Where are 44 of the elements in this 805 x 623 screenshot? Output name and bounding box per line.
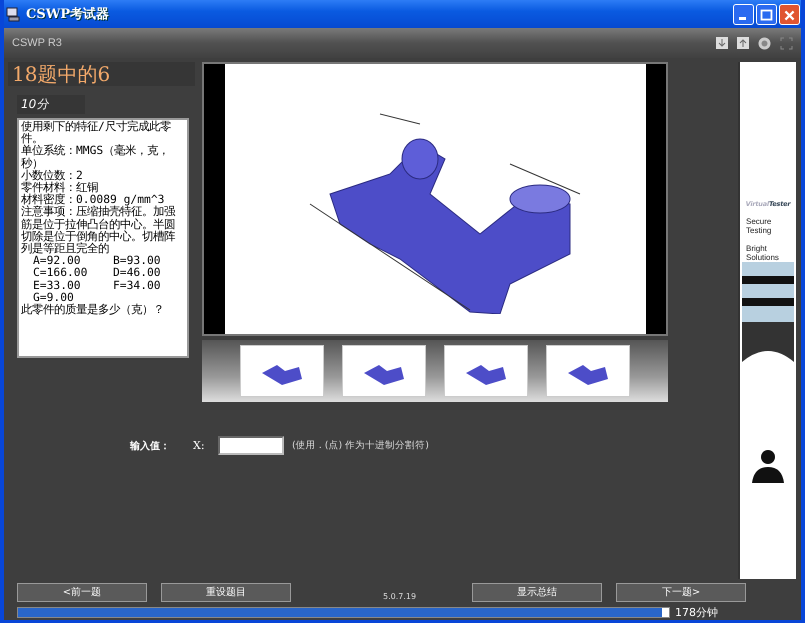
view-thumbnail[interactable] bbox=[342, 345, 426, 397]
variable-label: X: bbox=[193, 439, 206, 452]
computer-icon bbox=[5, 6, 21, 22]
minimize-button[interactable] bbox=[733, 4, 754, 24]
question-line: 零件材料：红铜 bbox=[21, 182, 99, 194]
view-thumbnail[interactable] bbox=[546, 345, 630, 397]
dimension-value: A=92.00 bbox=[33, 255, 82, 268]
reset-button[interactable]: 重设题目 bbox=[161, 582, 291, 602]
question-line: 材料密度：0.0089 g/mm^3 bbox=[21, 194, 164, 206]
dimension-value: F=34.00 bbox=[113, 280, 162, 292]
summary-button[interactable]: 显示总结 bbox=[472, 582, 602, 602]
close-button[interactable] bbox=[779, 4, 800, 24]
dimension-value: G=9.00 bbox=[33, 292, 74, 304]
view-thumbnail[interactable] bbox=[240, 345, 324, 397]
decimal-hint: (使用 . (点) 作为十进制分割符) bbox=[292, 439, 429, 452]
next-button[interactable]: 下一题> bbox=[616, 582, 746, 602]
dimension-value: D=46.00 bbox=[113, 267, 162, 280]
answer-field[interactable] bbox=[218, 436, 284, 455]
person-silhouette-icon bbox=[750, 447, 786, 483]
tagline: Secure Testing bbox=[746, 217, 772, 235]
maximize-button[interactable] bbox=[756, 4, 777, 24]
question-line: 使用剩下的特征/尺寸完成此零件。 bbox=[21, 121, 172, 146]
input-label: 输入值： bbox=[130, 440, 171, 452]
tagline: Bright Solutions bbox=[746, 244, 780, 262]
window-title: CSWP考试器 bbox=[26, 6, 110, 23]
dimension-value: C=166.00 bbox=[33, 267, 88, 280]
dimension-value: E=33.00 bbox=[33, 280, 82, 292]
question-counter: 18题中的6 bbox=[8, 62, 195, 86]
help-icon[interactable] bbox=[758, 36, 771, 50]
view-thumbnail[interactable] bbox=[444, 345, 528, 397]
app-title: CSWP R3 bbox=[12, 37, 62, 49]
version-text: 5.0.7.19 bbox=[383, 592, 416, 600]
question-line: 小数位数：2 bbox=[21, 170, 83, 182]
download-icon[interactable] bbox=[716, 37, 728, 49]
upload-icon[interactable] bbox=[737, 37, 749, 49]
minimize-icon bbox=[739, 16, 746, 20]
question-line: 单位系统：MMGS（毫米，克，秒） bbox=[21, 145, 170, 170]
question-points: 10分 bbox=[17, 95, 85, 114]
time-remaining: 178分钟 bbox=[675, 605, 718, 620]
fullscreen-icon[interactable] bbox=[780, 36, 793, 50]
dimension-value: B=93.00 bbox=[113, 255, 162, 268]
question-line: 注意事项：压缩抽壳特征。加强筋是位于拉伸凸台的中心。半圆切除是位于倒角的中心。切槽阵列是等距且完全的 bbox=[21, 206, 176, 256]
question-prompt: 此零件的质量是多少（克）？ bbox=[21, 304, 165, 316]
previous-button[interactable]: <前一题 bbox=[17, 582, 147, 602]
